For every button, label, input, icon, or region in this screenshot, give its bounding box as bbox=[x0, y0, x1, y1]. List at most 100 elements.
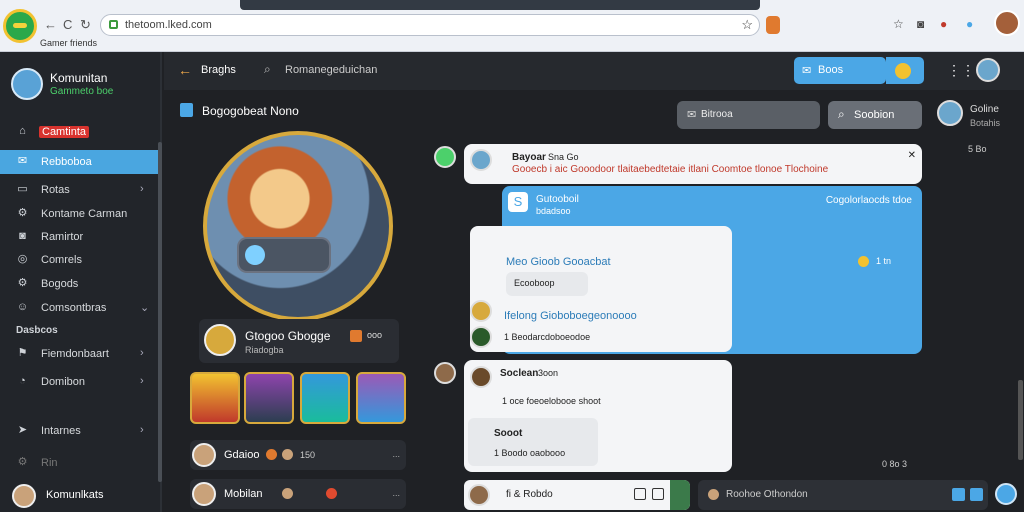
sidebar-item-messages[interactable]: ✉ Rebboboa bbox=[0, 150, 160, 174]
header-search-input[interactable]: Romanegeduichan bbox=[285, 64, 377, 76]
game-thumbnail[interactable] bbox=[190, 372, 240, 424]
sidebar-user-name: Komunitan bbox=[50, 71, 108, 85]
sidebar-item-home[interactable]: ⌂ Camtinta bbox=[0, 120, 160, 144]
browser-toolbar: Gamer friends ← C ↻ thetoom.lked.com ☆ ☆… bbox=[0, 0, 1024, 52]
star-icon[interactable]: ☆ bbox=[893, 17, 904, 31]
friend-row[interactable]: Mobilan ... bbox=[190, 479, 406, 509]
message-text: 1 oce foeoelobooe shoot bbox=[502, 396, 601, 406]
back-arrow-icon[interactable]: ← bbox=[44, 17, 57, 32]
message-bubble: Meo Gioob Gooacbat Ecooboop Ifelong Giob… bbox=[470, 226, 732, 352]
contact-avatar[interactable] bbox=[937, 100, 963, 126]
reaction-pill[interactable]: Ecooboop bbox=[506, 272, 588, 296]
message-input[interactable]: fi & Robdo bbox=[464, 480, 690, 510]
sender-avatar[interactable] bbox=[434, 362, 456, 384]
emoji-icon[interactable] bbox=[708, 489, 719, 500]
bookmark-star-icon[interactable]: ☆ bbox=[741, 17, 753, 33]
game-thumbnail[interactable] bbox=[244, 372, 294, 424]
sidebar-item-comsontbras[interactable]: ☺ Comsontbras ⌄ bbox=[0, 296, 160, 320]
message-input-text: fi & Robdo bbox=[506, 489, 553, 500]
sender-avatar[interactable] bbox=[470, 326, 492, 348]
sidebar-item-label: Camtinta bbox=[39, 126, 90, 138]
message-bubble: Soclean 3oon 1 oce foeoelobooe shoot Soo… bbox=[464, 360, 732, 472]
send-icon[interactable] bbox=[670, 480, 690, 510]
reply-input-text: Roohoe Othondon bbox=[726, 489, 808, 500]
address-bar[interactable]: thetoom.lked.com ☆ bbox=[100, 14, 760, 36]
contact-sub: Botahis bbox=[970, 118, 1001, 128]
reply-input[interactable]: Roohoe Othondon bbox=[698, 480, 988, 510]
reload-icon[interactable]: C bbox=[63, 17, 72, 32]
notification-button[interactable] bbox=[886, 57, 924, 84]
friend-name: Gdaioo bbox=[224, 449, 260, 461]
header-title: Braghs bbox=[201, 64, 236, 76]
attach-icon[interactable] bbox=[652, 488, 664, 500]
grid-menu-icon[interactable]: ⋮⋮ bbox=[947, 62, 975, 79]
image-icon[interactable] bbox=[952, 488, 965, 501]
filter-pill[interactable]: ✉ Bitrooa bbox=[677, 101, 820, 129]
app-logo-icon[interactable] bbox=[3, 9, 37, 43]
header-avatar[interactable] bbox=[976, 58, 1000, 82]
top-header: ← Braghs ⌕ Romanegeduichan ✉ Boos ⋮⋮ bbox=[164, 52, 1024, 90]
sidebar-item-label: Bogods bbox=[41, 278, 79, 290]
message-time: 3oon bbox=[538, 368, 559, 378]
message-avatar bbox=[470, 366, 492, 388]
quoted-title: Sooot bbox=[494, 428, 523, 439]
gear-icon: ⚙ bbox=[17, 207, 28, 219]
user-avatar[interactable] bbox=[994, 10, 1020, 36]
sidebar-scrollbar[interactable] bbox=[158, 142, 162, 482]
sidebar-item-ramirtor[interactable]: ◙ Ramirtor bbox=[0, 225, 160, 249]
back-arrow-icon[interactable]: ← bbox=[178, 62, 192, 78]
sidebar-item-comrels[interactable]: ◎ Comrels bbox=[0, 248, 160, 272]
extension-icon[interactable] bbox=[766, 16, 780, 34]
quoted-sub: 1 Boodo oaobooo bbox=[494, 448, 566, 458]
camera-icon[interactable]: ◙ bbox=[917, 17, 924, 31]
sidebar-item-rotas[interactable]: ▭ Rotas › bbox=[0, 178, 160, 202]
sidebar-item-domibon[interactable]: ◔ Domibon › bbox=[0, 370, 160, 394]
friend-name: Mobilan bbox=[224, 488, 263, 500]
game-thumbnail[interactable] bbox=[356, 372, 406, 424]
sidebar-avatar[interactable] bbox=[11, 68, 43, 100]
url-text: thetoom.lked.com bbox=[125, 19, 212, 31]
image-icon[interactable] bbox=[634, 488, 646, 500]
chat-icon: ✉ bbox=[802, 65, 812, 77]
sender-avatar[interactable] bbox=[434, 146, 456, 168]
sender-avatar[interactable] bbox=[470, 300, 492, 322]
hero-portrait bbox=[203, 131, 393, 321]
message-count: 1 tn bbox=[876, 256, 892, 266]
boos-button[interactable]: ✉ Boos bbox=[794, 57, 886, 84]
chat-scrollbar[interactable] bbox=[1018, 380, 1023, 460]
sidebar-item-fiemdonbaart[interactable]: ⚑ Fiemdonbaart › bbox=[0, 342, 160, 366]
more-icon[interactable]: ... bbox=[392, 488, 400, 498]
more-icon[interactable]: ... bbox=[392, 449, 400, 459]
message-time: Sna Go bbox=[548, 152, 579, 162]
friend-row[interactable]: Gdaioo 150 ... bbox=[190, 440, 406, 470]
sidebar-item-label: Rotas bbox=[41, 184, 70, 196]
sidebar-item-intarnes[interactable]: ➤ Intarnes › bbox=[0, 419, 160, 443]
profile-title: Bogogobeat Nono bbox=[202, 104, 299, 118]
attach-icon[interactable] bbox=[970, 488, 983, 501]
game-thumbnail[interactable] bbox=[300, 372, 350, 424]
search-icon[interactable]: ⌕ bbox=[264, 62, 271, 77]
sidebar-item-kontame[interactable]: ⚙ Kontame Carman bbox=[0, 202, 160, 226]
status-dot-icon bbox=[282, 488, 293, 499]
close-icon[interactable]: ✕ bbox=[908, 150, 916, 161]
sidebar-item-bogods[interactable]: ⚙ Bogods bbox=[0, 272, 160, 296]
search-button[interactable]: ⌕ Soobion bbox=[828, 101, 922, 129]
notification-avatar-icon bbox=[895, 63, 911, 79]
profile-card[interactable]: Gtogoo Gbogge Riadogba ooo bbox=[199, 319, 399, 363]
message-right-text: Cogolorlaocds tdoe bbox=[825, 195, 912, 206]
profile-card-name: Gtogoo Gbogge bbox=[245, 329, 331, 343]
profile-color-icon[interactable]: ● bbox=[940, 17, 947, 31]
chat-icon: ✉ bbox=[17, 155, 28, 167]
status-dot-icon bbox=[282, 449, 293, 460]
footer-avatar[interactable] bbox=[12, 484, 36, 508]
info-icon[interactable]: ● bbox=[966, 17, 973, 31]
gear-icon: ⚙ bbox=[17, 456, 28, 468]
sidebar-item-rin[interactable]: ⚙ Rin bbox=[0, 451, 160, 475]
fire-icon bbox=[326, 488, 337, 499]
quoted-message[interactable]: Sooot 1 Boodo oaobooo bbox=[468, 418, 598, 466]
send-button[interactable] bbox=[995, 483, 1017, 505]
filter-pill-label: Bitrooa bbox=[701, 109, 733, 120]
friend-avatar bbox=[192, 482, 216, 506]
refresh-icon[interactable]: ↻ bbox=[80, 17, 91, 33]
message-bubble: Bayoar Sna Go Gooecb i aic Gooodoor tlai… bbox=[464, 144, 922, 184]
